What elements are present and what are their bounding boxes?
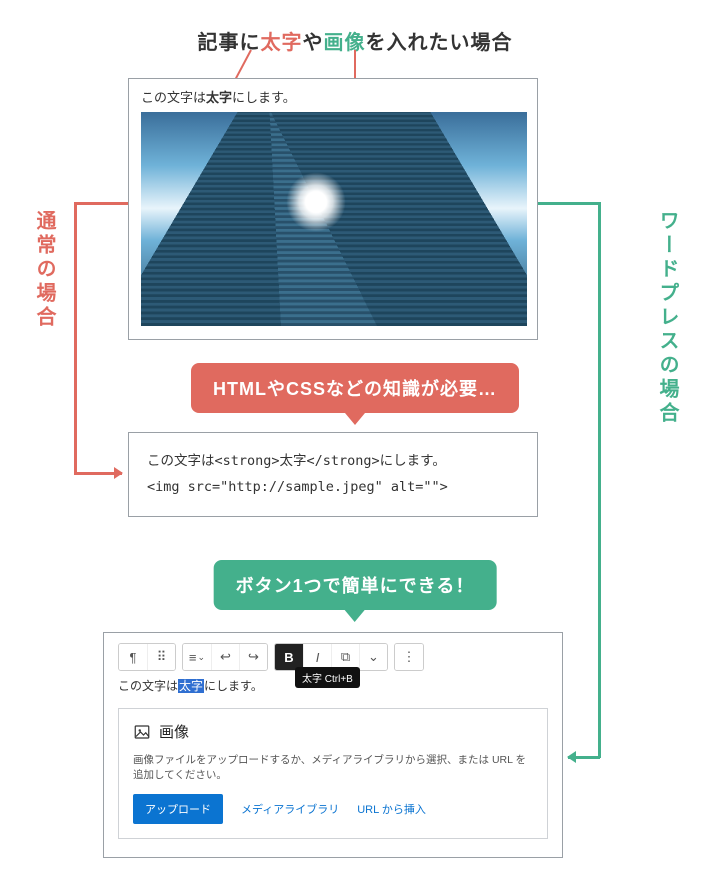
wp-image-block: 画像 画像ファイルをアップロードするか、メディアライブラリから選択、または UR… [118, 708, 548, 839]
more-format-button[interactable]: ⌄ [359, 644, 387, 670]
preview-panel: この文字は太字にします。 [128, 78, 538, 340]
title-mid: や [303, 32, 324, 54]
link-icon: ⧉ [341, 649, 350, 665]
left-route-bottom-h [74, 472, 122, 475]
align-button[interactable]: ≡⌄ [183, 644, 211, 670]
align-icon: ≡ [189, 650, 197, 665]
drag-handle-icon: ⠿ [157, 649, 167, 665]
undo-indent-button[interactable]: ↩ [211, 644, 239, 670]
kebab-icon: ⋮ [403, 649, 416, 665]
code-line-2: <img src="http://sample.jpeg" alt=""> [147, 475, 519, 501]
toolbar-group-block: ¶ ⠿ [118, 643, 176, 671]
title-image-word: 画像 [324, 32, 366, 54]
italic-icon: I [316, 650, 320, 665]
wp-image-block-header: 画像 [133, 721, 533, 742]
title-tail: を入れたい場合 [366, 32, 513, 54]
drag-handle-button[interactable]: ⠿ [147, 644, 175, 670]
bold-tooltip: 太字 Ctrl+B [295, 667, 360, 688]
undo-indent-icon: ↩ [220, 649, 231, 665]
preview-image [141, 112, 527, 326]
callout-wordpress: ボタン1つで簡単にできる！ [214, 560, 497, 610]
left-side-label: 通常の場合 [30, 210, 59, 330]
left-route-v [74, 202, 77, 474]
right-side-label: ワードプレスの場合 [653, 210, 682, 426]
block-options-button[interactable]: ⋮ [395, 644, 423, 670]
preview-sentence: この文字は太字にします。 [141, 87, 525, 106]
insert-from-url-link[interactable]: URL から挿入 [357, 801, 426, 817]
upload-button[interactable]: アップロード [133, 794, 223, 824]
wp-text-selected: 太字 [178, 679, 204, 693]
wp-text-after: にします。 [204, 679, 263, 693]
bold-icon: B [284, 650, 293, 665]
title-bold-word: 太字 [261, 32, 303, 54]
wp-image-actions: アップロード メディアライブラリ URL から挿入 [133, 794, 533, 824]
wp-text-before: この文字は [118, 679, 178, 693]
preview-text-after: にします。 [232, 90, 296, 105]
chevron-down-icon: ⌄ [368, 649, 379, 665]
redo-indent-button[interactable]: ↪ [239, 644, 267, 670]
toolbar-group-align: ≡⌄ ↩ ↪ [182, 643, 268, 671]
right-route-bottom-h [568, 756, 600, 759]
block-type-button[interactable]: ¶ [119, 644, 147, 670]
left-route-top-h [74, 202, 128, 205]
wp-image-block-desc: 画像ファイルをアップロードするか、メディアライブラリから選択、または URL を… [133, 752, 533, 782]
right-route-top-h [538, 202, 600, 205]
preview-text-bold: 太字 [206, 90, 232, 105]
callout-html-css: HTMLやCSSなどの知識が必要… [191, 363, 519, 413]
pilcrow-icon: ¶ [130, 650, 137, 665]
sun-glare-icon [286, 172, 346, 232]
wp-image-block-title: 画像 [159, 721, 189, 742]
media-library-link[interactable]: メディアライブラリ [241, 801, 339, 817]
image-icon [133, 723, 151, 741]
callout-html-css-text: HTMLやCSSなどの知識が必要… [213, 379, 497, 399]
callout-wordpress-text: ボタン1つで簡単にできる！ [236, 576, 475, 596]
right-route-v [598, 202, 601, 758]
code-line-1: この文字は<strong>太字</strong>にします。 [147, 449, 519, 475]
redo-indent-icon: ↪ [248, 649, 259, 665]
wordpress-editor-panel: ¶ ⠿ ≡⌄ ↩ ↪ B I ⧉ [103, 632, 563, 858]
toolbar-group-more: ⋮ [394, 643, 424, 671]
raw-html-panel: この文字は<strong>太字</strong>にします。 <img src="… [128, 432, 538, 517]
preview-text-before: この文字は [141, 90, 206, 105]
